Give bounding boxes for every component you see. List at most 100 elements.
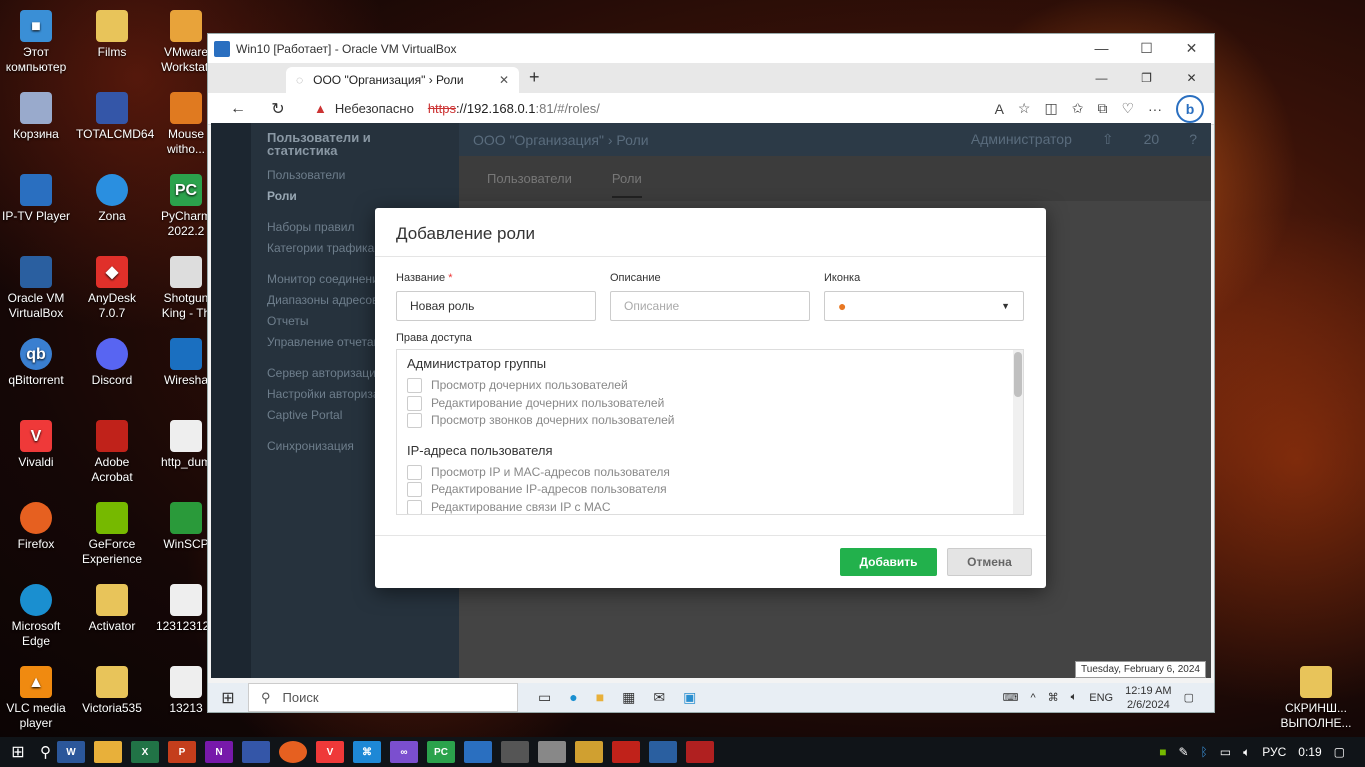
checkbox[interactable] — [407, 378, 422, 394]
new-tab-icon[interactable]: + — [529, 67, 540, 93]
bluetooth-icon[interactable]: ᛒ — [1201, 745, 1208, 759]
mail-taskbar-icon[interactable]: ✉ — [653, 689, 665, 706]
desktop-icon[interactable]: Adobe Acrobat — [76, 420, 148, 485]
desktop-icon[interactable]: GeForce Experience — [76, 502, 148, 567]
scrollbar-thumb[interactable] — [1014, 352, 1022, 397]
desktop-icon[interactable]: Films — [76, 10, 148, 60]
excel-icon[interactable]: X — [131, 741, 159, 763]
tray-chevron-icon[interactable]: ^ — [1030, 692, 1035, 704]
help-icon[interactable]: ? — [1189, 131, 1197, 148]
desktop-icon[interactable]: Activator — [76, 584, 148, 634]
desktop-icon[interactable]: TOTALCMD64 — [76, 92, 154, 142]
host-search-icon[interactable]: ⚲ — [40, 743, 51, 761]
edge-taskbar-icon[interactable]: ● — [569, 689, 577, 706]
bing-icon[interactable]: b — [1176, 94, 1204, 123]
url-field[interactable]: ▲ Небезопасно https ://192.168.0.1 :81/#… — [314, 101, 600, 116]
battery-icon[interactable]: ▭ — [1220, 745, 1231, 759]
cancel-button[interactable]: Отмена — [947, 548, 1032, 576]
desktop-icon[interactable]: Discord — [76, 338, 148, 388]
app-icon[interactable] — [686, 741, 714, 763]
user-menu[interactable]: Администратор — [971, 131, 1072, 148]
host-start-icon[interactable]: ⊞ — [0, 742, 36, 762]
notifications-icon[interactable]: ▢ — [1184, 691, 1194, 704]
visual-studio-icon[interactable]: ∞ — [390, 741, 418, 763]
browser-tab[interactable]: ◌ ООО "Организация" › Роли ✕ — [286, 67, 519, 93]
keyboard-icon[interactable]: ⌨ — [1003, 691, 1019, 704]
browser-restore-icon[interactable]: ❐ — [1124, 71, 1169, 85]
desktop-icon[interactable]: ■ Этот компьютер — [0, 10, 72, 75]
name-input[interactable]: Новая роль — [396, 291, 596, 321]
desktop-icon[interactable]: Zona — [76, 174, 148, 224]
app-taskbar-icon[interactable]: ▣ — [683, 689, 696, 706]
checkbox[interactable] — [407, 464, 422, 480]
host-language[interactable]: РУС — [1262, 745, 1286, 759]
vm-search-box[interactable]: ⚲ Поиск — [248, 683, 518, 712]
refresh-icon[interactable]: ↻ — [258, 99, 298, 119]
add-button[interactable]: Добавить — [840, 548, 937, 576]
pen-icon[interactable]: ✎ — [1178, 745, 1188, 759]
network-icon[interactable]: ⌘ — [1048, 691, 1059, 704]
virtualbox-icon[interactable] — [649, 741, 677, 763]
tab-close-icon[interactable]: ✕ — [499, 73, 509, 87]
sidenav-item[interactable]: Роли — [267, 186, 443, 207]
volume-icon[interactable]: 🔈︎ — [1071, 691, 1078, 704]
more-icon[interactable]: ··· — [1148, 101, 1162, 117]
permission-item[interactable]: Редактирование IP-адресов пользователя — [407, 481, 1013, 499]
split-screen-icon[interactable]: ◫ — [1044, 100, 1057, 117]
vscode-icon[interactable]: ⌘ — [353, 741, 381, 763]
messages-count[interactable]: 20 — [1144, 131, 1160, 148]
desktop-icon[interactable]: Firefox — [0, 502, 72, 552]
desktop-icon[interactable]: IP-TV Player — [0, 174, 72, 224]
description-input[interactable]: Описание — [610, 291, 810, 321]
totalcmd-icon[interactable] — [242, 741, 270, 763]
checkbox[interactable] — [407, 395, 422, 411]
explorer-taskbar-icon[interactable]: ■ — [596, 689, 604, 706]
upload-icon[interactable]: ⇧ — [1102, 131, 1114, 148]
pycharm-icon[interactable]: PC — [427, 741, 455, 763]
permission-item[interactable]: Просмотр дочерних пользователей — [407, 377, 1013, 395]
task-view-icon[interactable]: ▭ — [538, 689, 551, 706]
desktop-icon[interactable]: qb qBittorrent — [0, 338, 72, 388]
windows-start-icon[interactable]: ⊞ — [208, 688, 248, 708]
nvidia-icon[interactable]: ■ — [1159, 745, 1166, 759]
checkbox[interactable] — [407, 499, 422, 514]
maximize-icon[interactable]: ☐ — [1124, 40, 1169, 57]
permission-item[interactable]: Просмотр IP и MAC-адресов пользователя — [407, 464, 1013, 482]
desktop-icon[interactable]: СКРИНШ... ВЫПОЛНЕ... — [1276, 666, 1356, 731]
desktop-icon[interactable]: Корзина — [0, 92, 72, 142]
notifications-icon[interactable]: ▢ — [1334, 745, 1345, 759]
favorites-icon[interactable]: ✩ — [1072, 100, 1084, 117]
checkbox[interactable] — [407, 413, 422, 429]
vm-clock[interactable]: 12:19 AM 2/6/2024 — [1125, 684, 1171, 712]
volume-icon[interactable]: 🔈︎ — [1243, 745, 1250, 760]
favorite-star-icon[interactable]: ☆ — [1018, 100, 1031, 117]
language-indicator[interactable]: ENG — [1089, 692, 1113, 704]
sidenav-item[interactable]: Пользователи — [267, 165, 443, 186]
close-icon[interactable]: ✕ — [1169, 40, 1214, 57]
minimize-icon[interactable]: — — [1079, 40, 1124, 57]
powerpoint-icon[interactable]: P — [168, 741, 196, 763]
back-icon[interactable]: ← — [218, 100, 258, 118]
icon-select[interactable]: ● ▼ — [824, 291, 1024, 321]
desktop-icon[interactable]: ▲ VLC media player — [0, 666, 72, 731]
tab-roles[interactable]: Роли — [611, 159, 642, 198]
browser-close-icon[interactable]: ✕ — [1169, 71, 1214, 85]
tab-users[interactable]: Пользователи — [487, 171, 572, 186]
host-clock[interactable]: 0:19 — [1298, 745, 1321, 759]
store-taskbar-icon[interactable]: ▦ — [622, 689, 635, 706]
read-aloud-icon[interactable]: A — [995, 101, 1004, 117]
permission-item[interactable]: Редактирование дочерних пользователей — [407, 395, 1013, 413]
desktop-icon[interactable]: Oracle VM VirtualBox — [0, 256, 72, 321]
collections-icon[interactable]: ⧉ — [1097, 100, 1107, 117]
paint-icon[interactable] — [575, 741, 603, 763]
permission-item[interactable]: Редактирование связи IP с MAC — [407, 499, 1013, 514]
onenote-icon[interactable]: N — [205, 741, 233, 763]
keyboard-icon[interactable] — [501, 741, 529, 763]
browser-minimize-icon[interactable]: — — [1079, 71, 1124, 85]
health-icon[interactable]: ♡ — [1121, 100, 1134, 117]
desktop-icon[interactable]: ◆ AnyDesk 7.0.7 — [76, 256, 148, 321]
permission-item[interactable]: Просмотр звонков дочерних пользователей — [407, 412, 1013, 430]
scrollbar[interactable] — [1013, 350, 1023, 514]
checkbox[interactable] — [407, 482, 422, 498]
permissions-list[interactable]: Администратор группы Просмотр дочерних п… — [396, 349, 1024, 515]
